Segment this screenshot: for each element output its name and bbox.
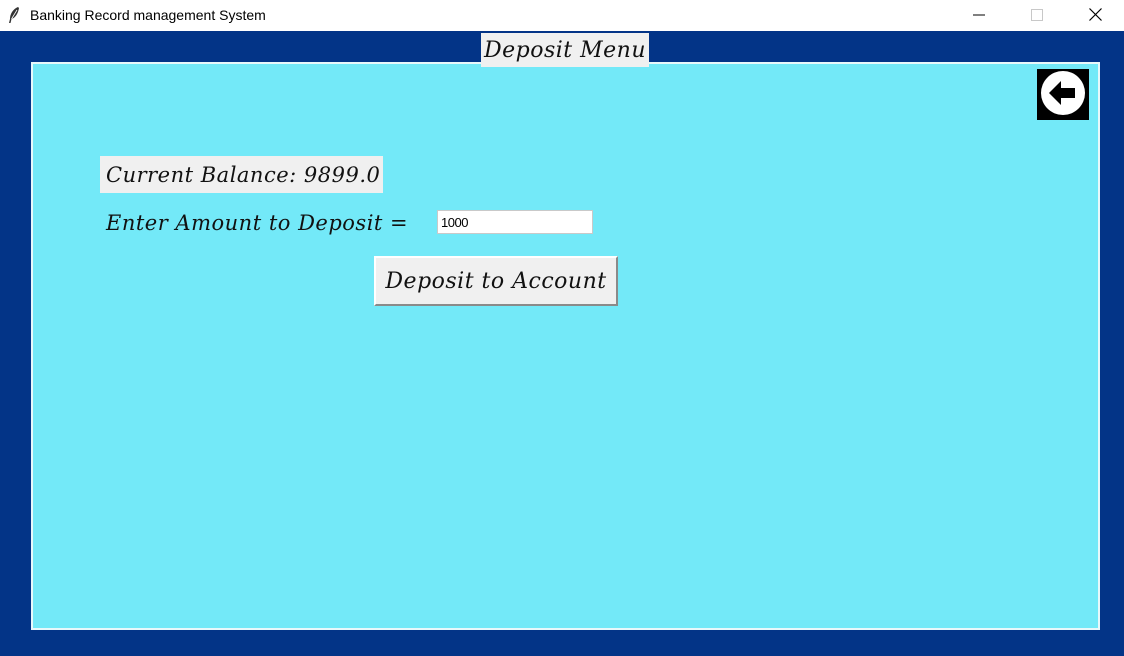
back-arrow-icon xyxy=(1040,70,1086,120)
page-title: Deposit Menu xyxy=(481,33,649,67)
current-balance-label: Current Balance: 9899.0 xyxy=(100,156,383,193)
maximize-button[interactable] xyxy=(1008,0,1066,31)
deposit-panel xyxy=(31,62,1100,630)
deposit-amount-label: Enter Amount to Deposit = xyxy=(106,211,409,235)
maximize-icon xyxy=(1031,6,1043,25)
minimize-button[interactable] xyxy=(950,0,1008,31)
window-title: Banking Record management System xyxy=(30,7,266,23)
back-button[interactable] xyxy=(1037,69,1089,120)
close-icon xyxy=(1088,6,1102,25)
deposit-to-account-button[interactable]: Deposit to Account xyxy=(374,256,618,306)
feather-icon xyxy=(7,6,21,24)
deposit-amount-input[interactable] xyxy=(437,210,593,234)
minimize-icon xyxy=(973,6,985,25)
title-bar: Banking Record management System xyxy=(0,0,1124,31)
close-button[interactable] xyxy=(1066,0,1124,31)
